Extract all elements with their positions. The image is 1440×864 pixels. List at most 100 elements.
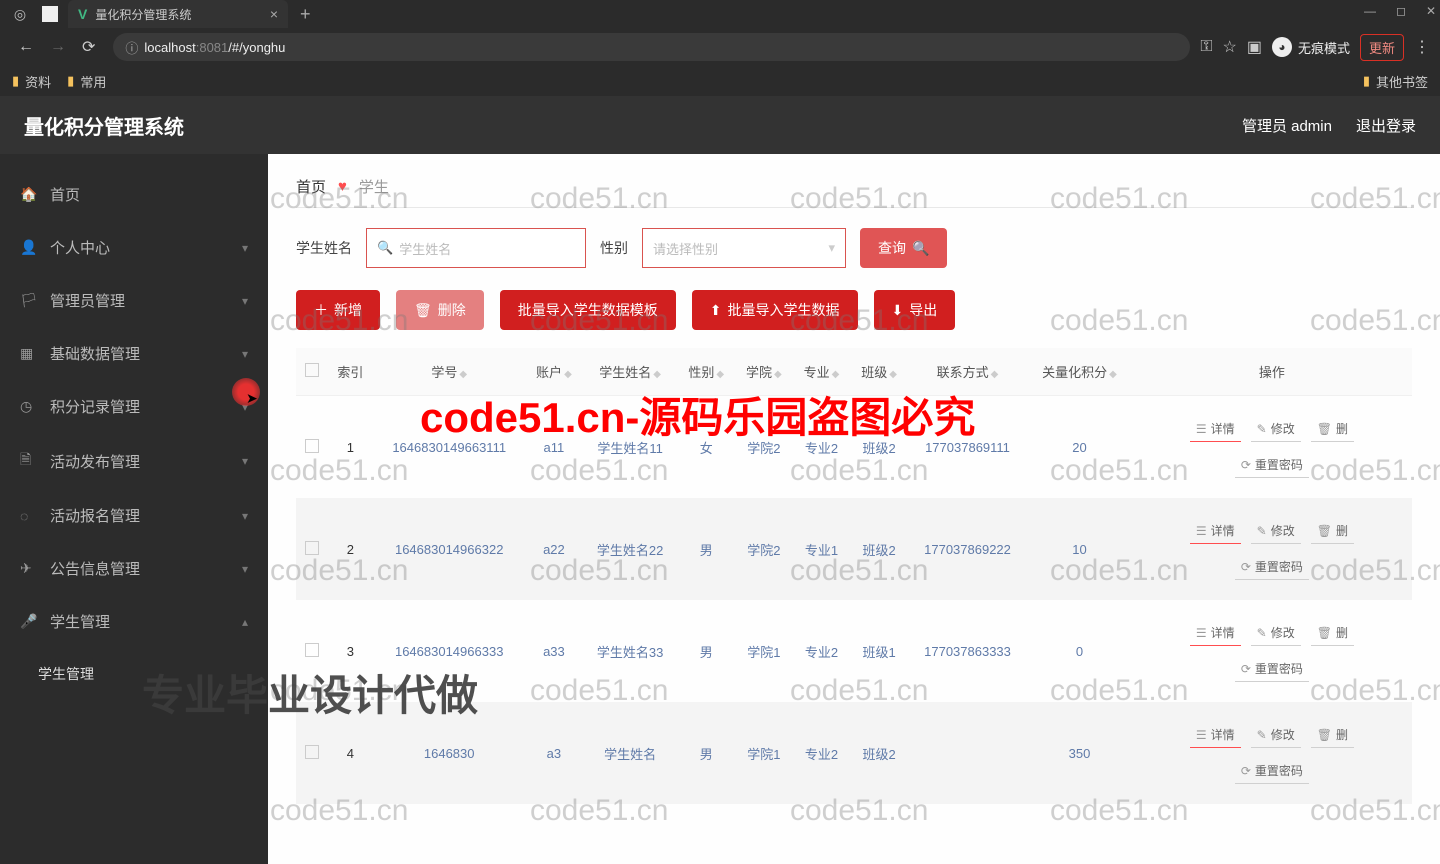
edit-button[interactable]: ✎修改 — [1251, 620, 1301, 646]
col-sid[interactable]: 学号◆ — [373, 348, 525, 396]
reset-password-button[interactable]: ⟳重置密码 — [1235, 758, 1309, 784]
grid-icon: ▦ — [20, 345, 40, 362]
col-major[interactable]: 专业◆ — [793, 348, 851, 396]
delete-button[interactable]: 🗑删 — [1311, 416, 1354, 442]
sidebar-item-student[interactable]: 🎤学生管理▴ — [0, 595, 268, 648]
folder-icon: ▮ — [67, 73, 74, 89]
browser-tab[interactable]: V 量化积分管理系统 × — [68, 0, 288, 28]
cell-major: 专业2 — [793, 600, 851, 702]
detail-button[interactable]: ☰详情 — [1190, 722, 1241, 748]
col-college[interactable]: 学院◆ — [735, 348, 793, 396]
query-button[interactable]: 查询 🔍 — [860, 228, 947, 268]
extensions-icon[interactable]: ▣ — [1247, 37, 1262, 57]
table-row: 3164683014966333a33学生姓名33男学院1专业2班级117703… — [296, 600, 1412, 702]
sidebar-item-activity-enroll[interactable]: ◌活动报名管理▾ — [0, 489, 268, 542]
import-button[interactable]: ⬆批量导入学生数据 — [692, 290, 858, 330]
select-all-checkbox[interactable] — [305, 363, 319, 377]
breadcrumb-home[interactable]: 首页 — [296, 176, 326, 197]
clock-icon: ◷ — [20, 398, 40, 415]
logout-button[interactable]: 退出登录 — [1356, 115, 1416, 136]
delete-button[interactable]: 🗑删 — [1311, 620, 1354, 646]
sidebar-item-admin[interactable]: 🏳管理员管理▾ — [0, 274, 268, 327]
sidebar-item-activity-pub[interactable]: 🗎活动发布管理▾ — [0, 433, 268, 489]
edit-button[interactable]: ✎修改 — [1251, 416, 1301, 442]
col-account[interactable]: 账户◆ — [525, 348, 583, 396]
chevron-up-icon: ▴ — [242, 615, 248, 629]
col-gender[interactable]: 性别◆ — [677, 348, 735, 396]
col-name[interactable]: 学生姓名◆ — [583, 348, 678, 396]
trash-icon: 🗑 — [414, 302, 432, 319]
bookmark-item[interactable]: ▮常用 — [67, 72, 106, 91]
detail-button[interactable]: ☰详情 — [1190, 518, 1241, 544]
window-min[interactable]: — — [1364, 4, 1376, 18]
menu-icon[interactable]: ⋮ — [1414, 37, 1430, 57]
window-max[interactable]: ◻ — [1396, 4, 1406, 18]
export-button[interactable]: ⬇ 导出 — [874, 290, 956, 330]
row-checkbox[interactable] — [305, 745, 319, 759]
row-checkbox[interactable] — [305, 643, 319, 657]
star-icon[interactable]: ☆ — [1223, 37, 1237, 57]
new-tab-button[interactable]: + — [300, 4, 311, 25]
incognito-label: 无痕模式 — [1298, 38, 1350, 57]
row-checkbox[interactable] — [305, 439, 319, 453]
sidebar-item-points[interactable]: ◷积分记录管理▾ — [0, 380, 268, 433]
filter-name-label: 学生姓名 — [296, 238, 352, 258]
delete-button[interactable]: 🗑删 — [1311, 722, 1354, 748]
sidebar-item-label: 公告信息管理 — [50, 558, 140, 579]
student-name-input[interactable]: 🔍 学生姓名 — [366, 228, 586, 268]
key-icon[interactable]: ⚿ — [1200, 38, 1212, 56]
delete-button[interactable]: 🗑删除 — [396, 290, 484, 330]
edit-icon: ✎ — [1257, 422, 1267, 436]
update-button[interactable]: 更新 — [1360, 34, 1404, 61]
reset-icon: ⟳ — [1241, 764, 1251, 778]
heart-icon: ♥ — [338, 178, 347, 195]
reset-password-button[interactable]: ⟳重置密码 — [1235, 656, 1309, 682]
edit-button[interactable]: ✎修改 — [1251, 722, 1301, 748]
sidebar-item-notice[interactable]: ✈ 公告信息管理 ▾ — [0, 542, 268, 595]
global-icon: ◎ — [10, 4, 30, 24]
cell-index: 2 — [327, 498, 373, 600]
template-button[interactable]: 批量导入学生数据模板 — [500, 290, 676, 330]
download-icon: ⬇ — [892, 302, 904, 319]
close-icon[interactable]: × — [270, 6, 278, 22]
edit-button[interactable]: ✎修改 — [1251, 518, 1301, 544]
row-checkbox[interactable] — [305, 541, 319, 555]
sidebar-item-label: 基础数据管理 — [50, 343, 140, 364]
sidebar-item-basedata[interactable]: ▦基础数据管理▾ — [0, 327, 268, 380]
select-placeholder: 请选择性别 — [653, 239, 718, 258]
gender-select[interactable]: 请选择性别 ▾ — [642, 228, 846, 268]
app-title: 量化积分管理系统 — [24, 111, 184, 140]
export-label: 导出 — [909, 300, 937, 320]
bookmark-item[interactable]: ▮资料 — [12, 72, 51, 91]
sidebar-item-home[interactable]: 🏠首页 — [0, 168, 268, 221]
cell-sid: 164683014966322 — [373, 498, 525, 600]
col-points[interactable]: 关量化积分◆ — [1027, 348, 1132, 396]
add-button[interactable]: ＋ 新增 — [296, 290, 380, 330]
sidebar-item-personal[interactable]: 👤个人中心▾ — [0, 221, 268, 274]
chevron-down-icon: ▾ — [242, 562, 248, 576]
student-table: 索引 学号◆ 账户◆ 学生姓名◆ 性别◆ 学院◆ 专业◆ 班级◆ 联系方式◆ 关… — [296, 348, 1412, 804]
edit-icon: ✎ — [1257, 626, 1267, 640]
breadcrumb-current: 学生 — [359, 176, 389, 197]
table-row: 41646830a3学生姓名男学院1专业2班级2350☰详情✎修改🗑删⟳重置密码 — [296, 702, 1412, 804]
back-button[interactable]: ← — [18, 38, 34, 56]
other-bookmarks[interactable]: ▮其他书签 — [1363, 72, 1428, 91]
trash-icon: 🗑 — [1317, 728, 1332, 742]
col-class[interactable]: 班级◆ — [850, 348, 908, 396]
tab-title: 量化积分管理系统 — [95, 6, 191, 23]
sidebar-subitem-student[interactable]: 学生管理 — [0, 648, 268, 700]
forward-button[interactable]: → — [50, 38, 66, 56]
add-label: 新增 — [334, 300, 362, 320]
window-close[interactable]: ✕ — [1426, 4, 1436, 18]
url-bar[interactable]: ⓘ localhost:8081/#/yonghu — [113, 33, 1190, 61]
delete-button[interactable]: 🗑删 — [1311, 518, 1354, 544]
detail-button[interactable]: ☰详情 — [1190, 620, 1241, 646]
reset-password-button[interactable]: ⟳重置密码 — [1235, 452, 1309, 478]
query-label: 查询 — [878, 238, 906, 258]
detail-button[interactable]: ☰详情 — [1190, 416, 1241, 442]
reload-button[interactable]: ⟳ — [82, 37, 95, 57]
plus-icon: ＋ — [314, 300, 328, 320]
col-phone[interactable]: 联系方式◆ — [908, 348, 1027, 396]
reset-password-button[interactable]: ⟳重置密码 — [1235, 554, 1309, 580]
send-icon: ✈ — [20, 560, 40, 577]
